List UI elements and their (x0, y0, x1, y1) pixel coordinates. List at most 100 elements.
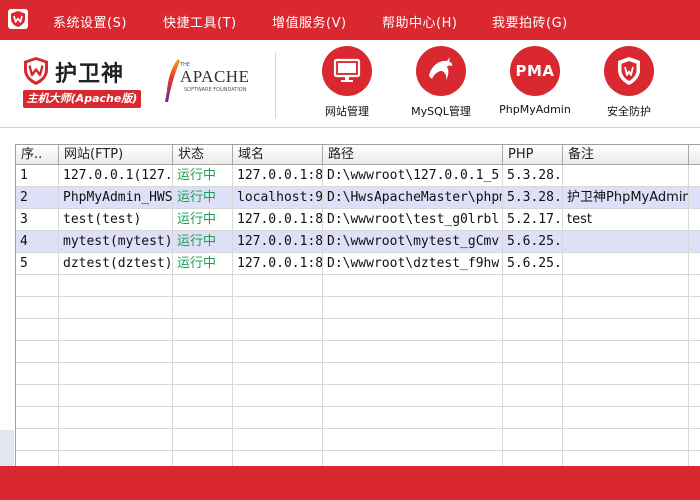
empty-cell (689, 407, 700, 429)
table-header: 序.. 网站(FTP) 状态 域名 路径 PHP 备注 (16, 145, 700, 165)
pma-icon-text: PMA (515, 62, 555, 80)
empty-cell (173, 429, 233, 451)
header-php[interactable]: PHP (503, 145, 563, 165)
empty-cell (503, 363, 563, 385)
cell-php: 5.6.25. (503, 253, 563, 275)
cell-path: D:\wwwroot\dztest_f9hw (323, 253, 503, 275)
app-logo-icon[interactable] (8, 9, 28, 29)
empty-row (16, 429, 700, 451)
brand-subtitle: 主机大师(Apache版) (23, 90, 141, 108)
table-row[interactable]: 3 test(test) 运行中 127.0.0.1:81 D:\wwwroot… (16, 209, 700, 231)
cell-domain: 127.0.0.1:82 (233, 231, 323, 253)
cell-site: mytest(mytest) (59, 231, 173, 253)
empty-cell (689, 363, 700, 385)
mysql-manage-button[interactable]: MySQL管理 (399, 46, 483, 122)
empty-cell (59, 385, 173, 407)
header-note[interactable]: 备注 (563, 145, 689, 165)
empty-row (16, 407, 700, 429)
toolbar-divider (275, 52, 276, 118)
empty-cell (233, 385, 323, 407)
cell-domain: 127.0.0.1:80 (233, 165, 323, 187)
cell-status: 运行中 (173, 187, 233, 209)
empty-cell (323, 341, 503, 363)
empty-cell (503, 429, 563, 451)
menu-quick-tools[interactable]: 快捷工具(T) (163, 12, 237, 31)
empty-cell (689, 341, 700, 363)
cell-status: 运行中 (173, 231, 233, 253)
empty-cell (173, 319, 233, 341)
table-row[interactable]: 1 127.0.0.1(127.0.0.1) 运行中 127.0.0.1:80 … (16, 165, 700, 187)
empty-cell (563, 451, 689, 466)
empty-cell (59, 407, 173, 429)
table-row[interactable]: 2 PhpMyAdmin_HWS 运行中 localhost:999 D:\Hw… (16, 187, 700, 209)
empty-cell (503, 275, 563, 297)
empty-cell (323, 297, 503, 319)
empty-cell (16, 319, 59, 341)
empty-cell (503, 385, 563, 407)
empty-cell (233, 297, 323, 319)
cell-note: test (563, 209, 689, 231)
empty-cell (503, 297, 563, 319)
empty-cell (16, 407, 59, 429)
empty-cell (323, 385, 503, 407)
pma-icon: PMA (510, 46, 560, 96)
empty-cell (59, 297, 173, 319)
empty-cell (16, 297, 59, 319)
cell-status: 运行中 (173, 209, 233, 231)
site-manage-button[interactable]: 网站管理 (305, 46, 389, 122)
security-button[interactable]: 安全防护 (587, 46, 671, 122)
cell-filler (689, 187, 700, 209)
menu-system-settings[interactable]: 系统设置(S) (53, 12, 127, 31)
empty-cell (689, 297, 700, 319)
empty-row (16, 451, 700, 466)
menu-feedback[interactable]: 我要拍砖(G) (492, 12, 568, 31)
left-strip (0, 128, 14, 468)
empty-cell (173, 275, 233, 297)
cell-no: 2 (16, 187, 59, 209)
menu-value-added[interactable]: 增值服务(V) (272, 12, 347, 31)
table-body: 1 127.0.0.1(127.0.0.1) 运行中 127.0.0.1:80 … (16, 165, 700, 466)
cell-filler (689, 165, 700, 187)
empty-cell (323, 319, 503, 341)
cell-no: 3 (16, 209, 59, 231)
mysql-dolphin-icon (416, 46, 466, 96)
empty-cell (503, 407, 563, 429)
header-domain[interactable]: 域名 (233, 145, 323, 165)
phpmyadmin-label: PhpMyAdmin (499, 103, 571, 116)
empty-cell (689, 429, 700, 451)
cell-note (563, 231, 689, 253)
cell-filler (689, 209, 700, 231)
table-row[interactable]: 5 dztest(dztest) 运行中 127.0.0.1:83 D:\www… (16, 253, 700, 275)
empty-row (16, 341, 700, 363)
cell-site: PhpMyAdmin_HWS (59, 187, 173, 209)
status-bar (0, 466, 700, 500)
cell-domain: localhost:999 (233, 187, 323, 209)
menu-help-center[interactable]: 帮助中心(H) (382, 12, 457, 31)
empty-cell (503, 319, 563, 341)
empty-cell (323, 451, 503, 466)
empty-cell (323, 363, 503, 385)
empty-cell (323, 407, 503, 429)
empty-cell (563, 319, 689, 341)
cell-domain: 127.0.0.1:81 (233, 209, 323, 231)
phpmyadmin-button[interactable]: PMA PhpMyAdmin (493, 46, 577, 122)
empty-cell (323, 429, 503, 451)
empty-row (16, 363, 700, 385)
header-path[interactable]: 路径 (323, 145, 503, 165)
empty-cell (16, 385, 59, 407)
empty-cell (59, 275, 173, 297)
table-row[interactable]: 4 mytest(mytest) 运行中 127.0.0.1:82 D:\www… (16, 231, 700, 253)
header-site[interactable]: 网站(FTP) (59, 145, 173, 165)
header-filler (689, 145, 700, 165)
cell-php: 5.3.28. (503, 187, 563, 209)
empty-row (16, 319, 700, 341)
cell-site: test(test) (59, 209, 173, 231)
empty-cell (173, 297, 233, 319)
brand-logo: 护卫神 主机大师(Apache版) (22, 54, 148, 110)
empty-cell (563, 363, 689, 385)
site-manage-label: 网站管理 (325, 105, 369, 118)
empty-cell (323, 275, 503, 297)
header-status[interactable]: 状态 (173, 145, 233, 165)
header-no[interactable]: 序.. (16, 145, 59, 165)
cell-path: D:\wwwroot\127.0.0.1_5 (323, 165, 503, 187)
